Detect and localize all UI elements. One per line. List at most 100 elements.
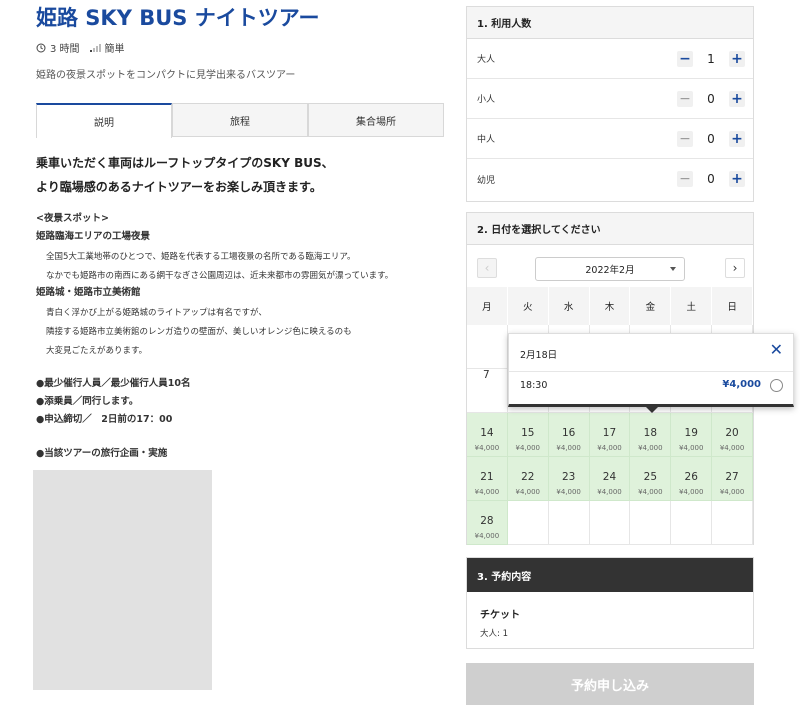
- day-number: 28: [480, 514, 494, 527]
- day-number: 22: [521, 470, 535, 483]
- calendar-cell-empty: [712, 501, 753, 545]
- calendar-day[interactable]: 21 ¥4,000: [467, 457, 508, 501]
- weekday-mon: 月: [467, 287, 508, 325]
- pax-label: 中人: [477, 135, 496, 145]
- calendar-day[interactable]: 22 ¥4,000: [507, 457, 549, 501]
- day-number: 23: [561, 470, 576, 483]
- time-slot-time: 18:30: [520, 380, 548, 391]
- time-slot-radio[interactable]: [770, 379, 783, 392]
- calendar-day[interactable]: 14 ¥4,000: [467, 413, 508, 457]
- adult-minus-button[interactable]: −: [677, 50, 693, 67]
- tour-subtitle: 姫路の夜景スポットをコンパクトに見学出来るバスツアー: [36, 70, 296, 81]
- weekday-sat: 土: [671, 287, 713, 325]
- calendar-day[interactable]: 15 ¥4,000: [507, 413, 549, 457]
- info-min-participants: ●最少催行人員／最少催行人員10名: [36, 378, 191, 389]
- day-number: 20: [725, 426, 739, 439]
- weekday-fri: 金: [630, 287, 672, 325]
- infant-minus-button[interactable]: −: [677, 171, 693, 187]
- calendar-day[interactable]: 26 ¥4,000: [671, 457, 713, 501]
- spot1-line1: 全国5大工業地帯のひとつで、姫路を代表する工場夜景の名所である臨海エリア。: [46, 252, 356, 262]
- calendar-day[interactable]: 24 ¥4,000: [589, 457, 631, 501]
- calendar-cell-empty: [548, 501, 590, 545]
- infant-plus-button[interactable]: +: [729, 171, 745, 187]
- calendar-day[interactable]: 20 ¥4,000: [712, 413, 753, 457]
- day-price: ¥4,000: [556, 488, 581, 496]
- junior-minus-button[interactable]: −: [677, 130, 693, 147]
- passenger-heading: 1. 利用人数: [467, 7, 753, 39]
- info-organizer: ●当該ツアーの旅行企画・実施: [36, 448, 168, 459]
- calendar-day-selected[interactable]: 18 ¥4,000: [630, 413, 672, 457]
- day-price: ¥4,000: [515, 444, 541, 452]
- info-escort: ●添乗員／同行します。: [36, 396, 139, 407]
- next-month-button[interactable]: ›: [725, 258, 745, 278]
- close-icon[interactable]: ✕: [770, 340, 783, 359]
- day-number: 19: [684, 426, 698, 439]
- popover-arrow: [646, 407, 658, 413]
- spot1-title: 姫路臨海エリアの工場夜景: [36, 231, 151, 242]
- clock-icon: [36, 43, 46, 52]
- spot2-line1: 青白く浮かび上がる姫路城のライトアップは有名ですが、: [46, 308, 267, 318]
- tab-bar: 説明 旅程 集合場所: [36, 103, 444, 138]
- info-deadline: ●申込締切／ 2日前の17：00: [36, 414, 173, 425]
- day-number: 26: [684, 470, 698, 483]
- lead-line-1: 乗車いただく車両はルーフトップタイプのSKY BUS、: [36, 156, 334, 170]
- lead-line-2: より臨場感のあるナイトツアーをお楽しみ頂きます。: [36, 180, 322, 194]
- adult-plus-button[interactable]: +: [729, 50, 745, 67]
- ticket-title: チケット: [480, 610, 520, 621]
- section-title: <夜景スポット>: [36, 213, 109, 224]
- day-price: ¥4,000: [719, 488, 745, 496]
- day-price: ¥4,000: [474, 444, 500, 452]
- calendar-day[interactable]: 19 ¥4,000: [671, 413, 713, 457]
- tour-meta: 3 時間 簡単: [36, 40, 125, 55]
- day-number: 21: [480, 470, 494, 483]
- calendar-cell-empty: [630, 501, 672, 545]
- month-select[interactable]: 2022年2月: [535, 257, 685, 281]
- adult-count: 1: [707, 51, 715, 66]
- day-number: 16: [561, 426, 576, 439]
- junior-plus-button[interactable]: +: [729, 130, 745, 147]
- calendar-day[interactable]: 28 ¥4,000: [467, 501, 508, 545]
- ticket-summary: 大人: 1: [480, 629, 508, 639]
- day-price: ¥4,000: [678, 488, 704, 496]
- passenger-panel: 1. 利用人数 大人 − 1 + 小人 − 0 + 中人 − 0 + 幼児 − …: [466, 6, 754, 202]
- day-number: 27: [725, 470, 739, 483]
- prev-month-button[interactable]: ‹: [477, 258, 497, 278]
- day-number: 7: [483, 369, 490, 381]
- tab-meeting-place[interactable]: 集合場所: [308, 103, 444, 136]
- day-number: 15: [521, 426, 535, 439]
- calendar-grid: 月 火 水 木 金 土 日 7 14 ¥4,000 15 ¥4,000 16 ¥4,0…: [467, 287, 753, 545]
- junior-count: 0: [707, 131, 715, 146]
- calendar-day[interactable]: 27 ¥4,000: [712, 457, 753, 501]
- time-slot-popover: 2月18日 ✕ 18:30 ¥4,000: [508, 333, 794, 413]
- day-price: ¥4,000: [515, 488, 541, 496]
- tab-description[interactable]: 説明: [36, 103, 172, 138]
- calendar-day[interactable]: 16 ¥4,000: [548, 413, 590, 457]
- submit-reservation-button[interactable]: 予約申し込み: [466, 663, 754, 705]
- calendar-day[interactable]: 17 ¥4,000: [589, 413, 631, 457]
- weekday-tue: 火: [507, 287, 549, 325]
- signal-bars-icon: [89, 44, 101, 52]
- tab-itinerary[interactable]: 旅程: [172, 103, 308, 136]
- calendar-cell-empty: [467, 325, 508, 369]
- spot2-line2: 隣接する姫路市立美術館のレンガ造りの壁面が、美しいオレンジ色に映えるのも: [46, 327, 352, 337]
- description-lead: 乗車いただく車両はルーフトップタイプのSKY BUS、 より臨場感のあるナイトツ…: [36, 151, 334, 199]
- calendar-day[interactable]: 23 ¥4,000: [548, 457, 590, 501]
- child-minus-button[interactable]: −: [677, 90, 693, 107]
- infant-count: 0: [707, 172, 715, 186]
- calendar-heading: 2. 日付を選択してください: [467, 213, 753, 245]
- day-number: 17: [602, 426, 617, 439]
- day-number: 18: [643, 426, 658, 439]
- spot1-line2: なかでも姫路市の南西にある網干なぎさ公園周辺は、近未来都市の雰囲気が漂っています…: [46, 271, 394, 281]
- calendar-cell-empty: [507, 501, 549, 545]
- reservation-panel: 3. 予約内容 チケット 大人: 1: [466, 557, 754, 649]
- child-plus-button[interactable]: +: [729, 90, 745, 107]
- calendar-day-7: 7: [467, 369, 508, 413]
- month-select-value: 2022年2月: [585, 265, 635, 276]
- calendar-cell-empty: [671, 501, 713, 545]
- calendar-day[interactable]: 25 ¥4,000: [630, 457, 672, 501]
- pax-row-infant: 幼児 − 0 +: [467, 159, 753, 199]
- spot2-line3: 大変見ごたえがあります。: [46, 346, 148, 356]
- time-slot-price: ¥4,000: [722, 379, 761, 390]
- day-price: ¥4,000: [474, 532, 500, 540]
- chevron-down-icon: [670, 267, 676, 271]
